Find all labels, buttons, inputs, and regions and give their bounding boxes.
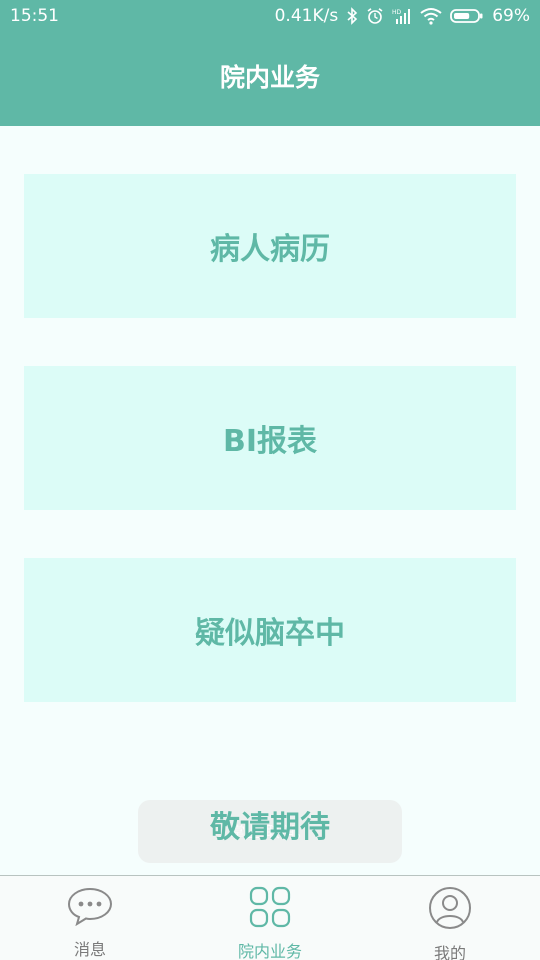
menu-item-suspected-stroke[interactable]: 疑似脑卒中 (24, 558, 516, 702)
chat-bubble-icon (66, 886, 114, 930)
screen: 15:51 0.41K/s HD 69% 院内业务 病人病历 BI报表 疑似脑卒… (0, 0, 540, 960)
wifi-icon (420, 7, 442, 25)
menu-item-label: 疑似脑卒中 (195, 616, 345, 651)
user-avatar-icon (428, 886, 472, 934)
menu-item-bi-reports[interactable]: BI报表 (24, 366, 516, 510)
tab-mine[interactable]: 我的 (360, 876, 540, 960)
battery-percent: 69% (492, 6, 530, 26)
svg-text:HD: HD (392, 9, 402, 16)
status-bar: 15:51 0.41K/s HD 69% (0, 0, 540, 32)
tab-label: 消息 (73, 940, 106, 959)
battery-icon (450, 8, 484, 24)
tab-label: 院内业务 (237, 942, 302, 960)
tab-hospital-business[interactable]: 院内业务 (180, 876, 360, 960)
network-speed: 0.41K/s (274, 6, 339, 26)
status-time: 15:51 (10, 6, 59, 26)
menu-item-label: 病人病历 (210, 232, 330, 267)
tab-label: 我的 (433, 944, 466, 960)
grid-icon (249, 886, 291, 932)
tab-messages[interactable]: 消息 (0, 876, 180, 960)
toast: 掌上 取消。 敬请期待 (138, 800, 402, 863)
toast-text: 敬请期待 (210, 810, 330, 845)
page-title: 院内业务 (219, 63, 320, 92)
menu-item-patient-records[interactable]: 病人病历 (24, 174, 516, 318)
bluetooth-icon (346, 7, 358, 25)
bottom-tab-bar: 消息 院内业务 我的 (0, 875, 540, 960)
status-right: 0.41K/s HD 69% (275, 6, 530, 26)
menu-item-label: BI报表 (222, 424, 318, 459)
app-bar: 15:51 0.41K/s HD 69% 院内业务 (0, 0, 540, 126)
alarm-clock-icon (366, 7, 384, 25)
signal-hd-icon: HD (392, 7, 412, 25)
